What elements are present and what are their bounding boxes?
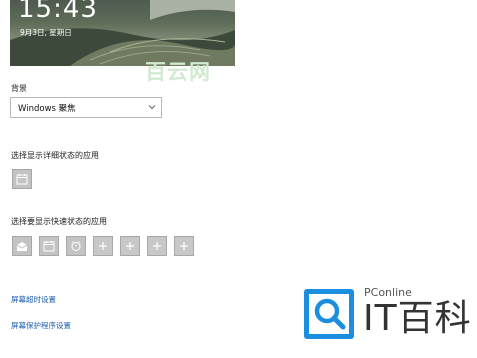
- logo-name: IT百科: [363, 298, 472, 339]
- screen-timeout-link[interactable]: 屏幕超时设置: [11, 294, 56, 305]
- background-dropdown-value: Windows 聚焦: [18, 104, 76, 114]
- detailed-status-calendar-button[interactable]: [12, 169, 32, 189]
- calendar-icon: [16, 174, 28, 185]
- watermark-text: 百云网: [145, 60, 211, 84]
- quick-status-add-button-4[interactable]: [174, 236, 194, 256]
- quick-status-calendar-button[interactable]: [39, 236, 59, 256]
- pconline-search-logo-icon: [304, 289, 354, 339]
- plus-icon: [153, 242, 161, 250]
- chevron-down-icon: [148, 105, 156, 110]
- quick-status-alarm-button[interactable]: [66, 236, 86, 256]
- quick-status-add-button-3[interactable]: [147, 236, 167, 256]
- quick-status-add-button-1[interactable]: [93, 236, 113, 256]
- lock-date: 9月3日, 星期日: [20, 28, 72, 37]
- plus-icon: [180, 242, 188, 250]
- mail-icon: [16, 242, 28, 251]
- quick-status-mail-button[interactable]: [12, 236, 32, 256]
- plus-icon: [126, 242, 134, 250]
- calendar-icon: [43, 241, 55, 252]
- detailed-status-label: 选择显示详细状态的应用: [11, 151, 99, 160]
- plus-icon: [99, 242, 107, 250]
- screensaver-link[interactable]: 屏幕保护程序设置: [11, 320, 71, 331]
- quick-status-label: 选择要显示快速状态的应用: [11, 217, 107, 226]
- quick-status-add-button-2[interactable]: [120, 236, 140, 256]
- background-label: 背景: [11, 84, 27, 93]
- background-dropdown[interactable]: Windows 聚焦: [10, 97, 162, 118]
- lock-time: 15:43: [18, 0, 98, 24]
- alarm-clock-icon: [71, 241, 81, 251]
